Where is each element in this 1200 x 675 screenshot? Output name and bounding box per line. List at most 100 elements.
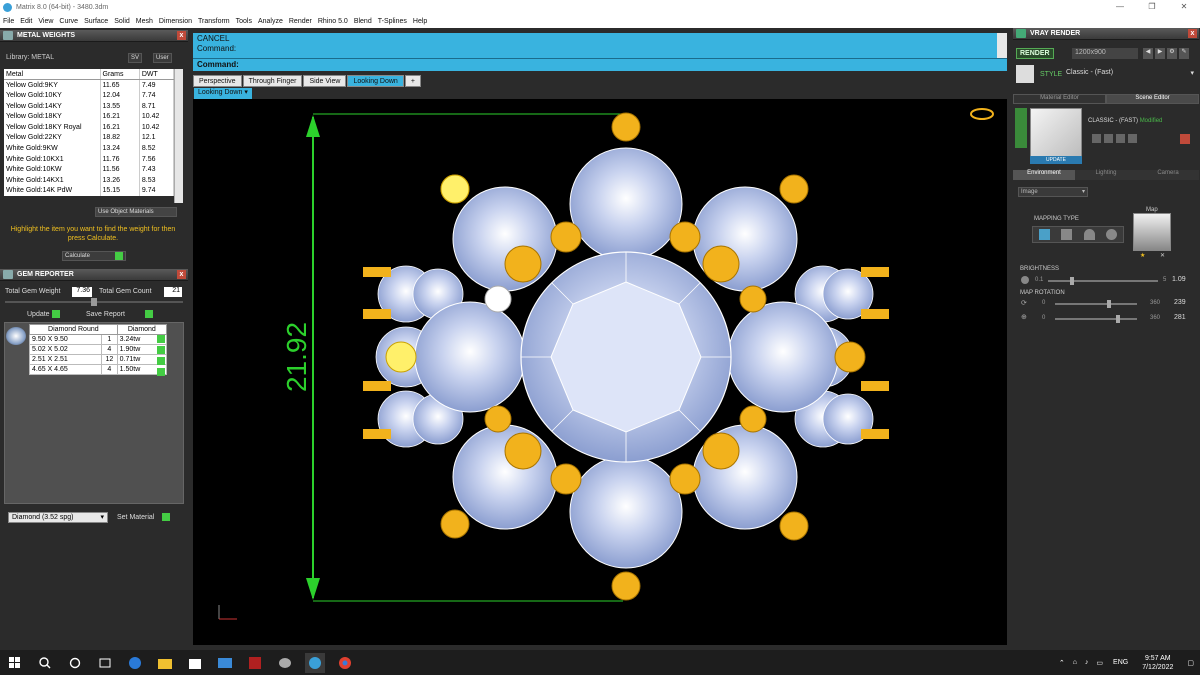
update-button[interactable]: Update bbox=[27, 310, 60, 318]
view-widget-icon[interactable] bbox=[970, 108, 994, 120]
tab-side-view[interactable]: Side View bbox=[303, 75, 347, 87]
close-panel-icon[interactable]: x bbox=[177, 270, 186, 279]
menu-render[interactable]: Render bbox=[286, 18, 315, 25]
menu-file[interactable]: File bbox=[0, 18, 17, 25]
command-scroll[interactable] bbox=[997, 33, 1007, 58]
use-object-materials-button[interactable]: Use Object Materials bbox=[95, 207, 177, 217]
search-icon[interactable] bbox=[35, 653, 55, 673]
map-clear-icon[interactable]: ✕ bbox=[1160, 252, 1165, 259]
3d-viewport[interactable]: 21.92 bbox=[193, 99, 1007, 645]
menu-tsplines[interactable]: T-Splines bbox=[375, 18, 410, 25]
save-report-button[interactable]: Save Report bbox=[86, 310, 153, 318]
task-view-icon[interactable] bbox=[65, 653, 85, 673]
menu-analyze[interactable]: Analyze bbox=[255, 18, 286, 25]
tab-perspective[interactable]: Perspective bbox=[193, 75, 242, 87]
minimize-icon[interactable]: — bbox=[1104, 0, 1136, 14]
select-gem-button[interactable] bbox=[157, 368, 165, 376]
table-row[interactable]: 2.51 X 2.51 12 0.71tw bbox=[28, 354, 168, 365]
tab-through-finger[interactable]: Through Finger bbox=[242, 75, 303, 87]
menu-blend[interactable]: Blend bbox=[351, 18, 375, 25]
user-button[interactable]: User bbox=[153, 53, 172, 63]
table-row[interactable]: 9.50 X 9.50 1 3.24tw bbox=[28, 334, 168, 345]
close-icon[interactable]: ✕ bbox=[1168, 0, 1200, 14]
column-header[interactable]: DWT bbox=[139, 69, 175, 81]
environment-select[interactable]: Image ▾ bbox=[1018, 187, 1088, 197]
menu-help[interactable]: Help bbox=[410, 18, 430, 25]
tray-chevron-icon[interactable]: ⌃ bbox=[1059, 659, 1065, 667]
menu-solid[interactable]: Solid bbox=[111, 18, 133, 25]
table-row[interactable]: White Gold:10KX1 11.76 7.56 bbox=[4, 153, 175, 165]
table-row[interactable]: Yellow Gold:18KY Royal 16.21 10.42 bbox=[4, 121, 175, 133]
store-icon[interactable] bbox=[185, 653, 205, 673]
save-icon[interactable] bbox=[1092, 134, 1101, 143]
command-input[interactable]: Command: bbox=[193, 58, 1007, 71]
chrome-icon[interactable] bbox=[335, 653, 355, 673]
menu-tools[interactable]: Tools bbox=[233, 18, 255, 25]
map-thumbnail[interactable] bbox=[1133, 213, 1171, 251]
notification-icon[interactable]: ▢ bbox=[1187, 659, 1194, 667]
file-explorer-icon[interactable] bbox=[155, 653, 175, 673]
map-rotation-v-slider[interactable] bbox=[1055, 315, 1137, 323]
language-indicator[interactable]: ENG bbox=[1113, 659, 1128, 666]
open-icon[interactable] bbox=[1104, 134, 1113, 143]
select-gem-button[interactable] bbox=[157, 335, 165, 343]
menu-mesh[interactable]: Mesh bbox=[133, 18, 156, 25]
tab-scene-editor[interactable]: Scene Editor bbox=[1106, 94, 1199, 104]
table-row[interactable]: 5.02 X 5.02 4 1.90tw bbox=[28, 344, 168, 355]
mapping-dome-icon[interactable] bbox=[1083, 229, 1095, 240]
prev-icon[interactable]: ◀ bbox=[1143, 48, 1153, 59]
style-dropdown[interactable]: Classic - (Fast) ▾ bbox=[1066, 69, 1194, 77]
tab-camera[interactable]: Camera bbox=[1137, 170, 1199, 180]
menu-dimension[interactable]: Dimension bbox=[156, 18, 195, 25]
metal-table-scrollbar[interactable] bbox=[174, 69, 183, 203]
brightness-slider[interactable] bbox=[1048, 277, 1158, 285]
menu-transform[interactable]: Transform bbox=[195, 18, 233, 25]
mapping-flat-icon[interactable] bbox=[1038, 229, 1050, 240]
menu-view[interactable]: View bbox=[35, 18, 56, 25]
menu-surface[interactable]: Surface bbox=[81, 18, 111, 25]
mapping-sphere-icon[interactable] bbox=[1106, 229, 1118, 240]
table-row[interactable]: White Gold:10KW 11.56 7.43 bbox=[4, 164, 175, 175]
copy-icon[interactable] bbox=[1116, 134, 1125, 143]
active-view-dropdown[interactable]: Looking Down ▾ bbox=[194, 88, 252, 99]
paste-icon[interactable] bbox=[1128, 134, 1137, 143]
maximize-icon[interactable]: ❐ bbox=[1136, 0, 1168, 14]
render-button[interactable]: RENDER bbox=[1016, 48, 1054, 59]
sv-button[interactable]: SV bbox=[128, 53, 143, 63]
table-row[interactable]: White Gold:9KW 13.24 8.52 bbox=[4, 143, 175, 154]
table-row[interactable]: Yellow Gold:14KY 13.55 8.71 bbox=[4, 100, 175, 112]
table-row[interactable]: 4.65 X 4.65 4 1.50tw bbox=[28, 364, 168, 375]
calculate-button[interactable]: Calculate bbox=[62, 251, 126, 261]
menu-curve[interactable]: Curve bbox=[56, 18, 81, 25]
edge-icon[interactable] bbox=[125, 653, 145, 673]
table-row[interactable]: White Gold:14K PdW 15.15 9.74 bbox=[4, 185, 175, 197]
menu-edit[interactable]: Edit bbox=[17, 18, 35, 25]
column-header[interactable]: Metal bbox=[4, 69, 101, 81]
tab-lighting[interactable]: Lighting bbox=[1075, 170, 1137, 180]
tab-material-editor[interactable]: Material Editor bbox=[1013, 94, 1106, 104]
close-panel-icon[interactable]: x bbox=[177, 31, 186, 40]
select-gem-button[interactable] bbox=[157, 357, 165, 365]
tab-environment[interactable]: Environment bbox=[1013, 170, 1075, 180]
mail-icon[interactable] bbox=[215, 653, 235, 673]
set-material-button[interactable]: Set Material bbox=[117, 513, 171, 521]
volume-icon[interactable]: ♪ bbox=[1085, 659, 1089, 666]
close-panel-icon[interactable]: x bbox=[1188, 29, 1197, 38]
table-row[interactable]: White Gold:14KX1 13.26 8.53 bbox=[4, 174, 175, 186]
table-row[interactable]: Yellow Gold:22KY 18.82 12.1 bbox=[4, 132, 175, 144]
matrix-icon[interactable] bbox=[305, 652, 325, 673]
settings-icon[interactable]: ⚙ bbox=[1167, 48, 1177, 59]
add-tab-icon[interactable]: + bbox=[404, 75, 421, 87]
windows-start-icon[interactable] bbox=[5, 653, 25, 673]
map-star-icon[interactable]: ★ bbox=[1140, 252, 1145, 259]
material-select[interactable]: Diamond (3.52 spg) ▾ bbox=[8, 512, 108, 523]
app-red-icon[interactable] bbox=[245, 653, 265, 673]
select-gem-button[interactable] bbox=[157, 346, 165, 354]
rhino-icon[interactable] bbox=[275, 653, 295, 673]
clock[interactable]: 9:57 AM 7/12/2022 bbox=[1142, 654, 1173, 672]
reset-icon[interactable] bbox=[1180, 134, 1190, 144]
network-icon[interactable]: ⌂ bbox=[1073, 659, 1077, 666]
tab-looking-down[interactable]: Looking Down bbox=[347, 75, 404, 87]
table-row[interactable]: Yellow Gold:9KY 11.65 7.49 bbox=[4, 79, 175, 91]
widgets-icon[interactable] bbox=[95, 653, 115, 673]
